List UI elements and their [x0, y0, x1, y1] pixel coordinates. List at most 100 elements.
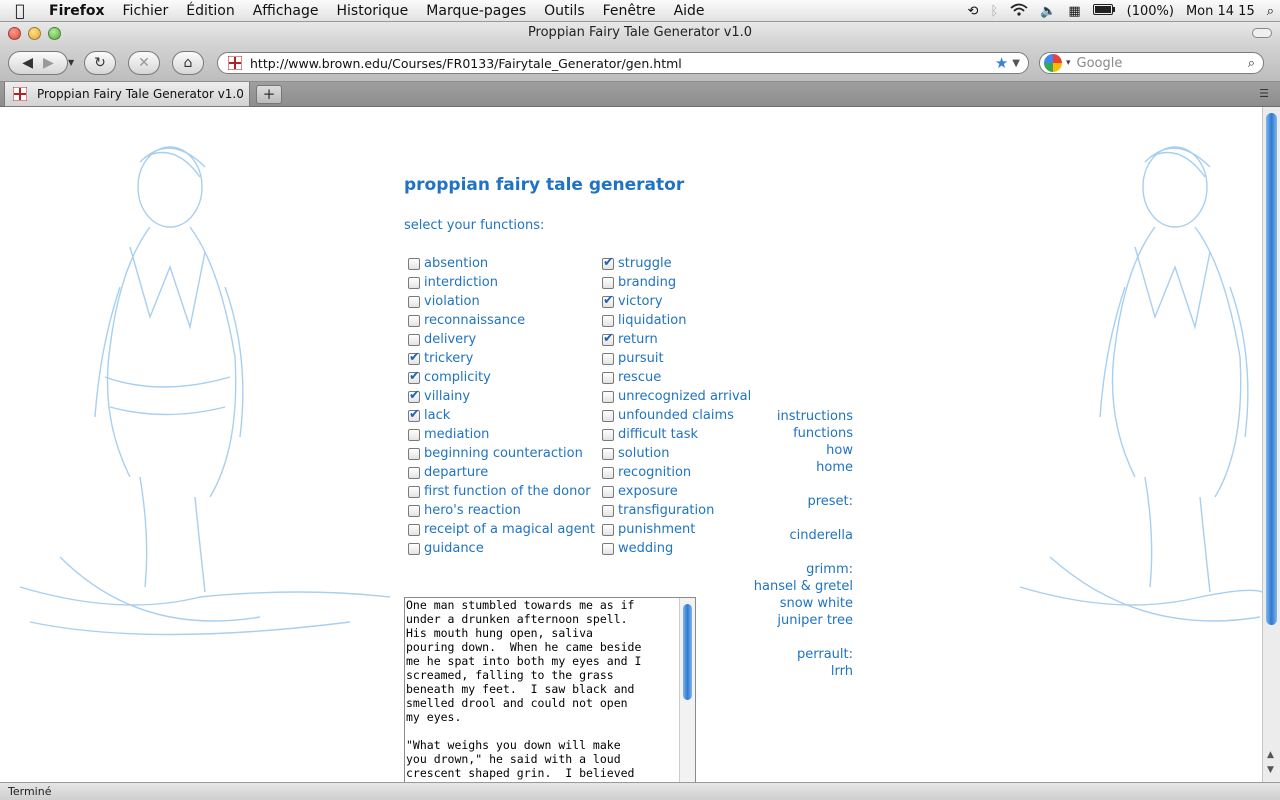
- function-checkbox[interactable]: [602, 447, 614, 460]
- function-option[interactable]: violation: [408, 292, 595, 311]
- search-icon[interactable]: ⌕: [1248, 56, 1255, 71]
- url-bar[interactable]: http://www.brown.edu/Courses/FR0133/Fair…: [217, 52, 1029, 74]
- function-label[interactable]: punishment: [618, 522, 695, 537]
- function-label[interactable]: violation: [424, 294, 480, 309]
- function-label[interactable]: unrecognized arrival: [618, 389, 751, 404]
- function-label[interactable]: first function of the donor: [424, 484, 591, 499]
- function-checkbox[interactable]: [408, 504, 420, 517]
- wifi-icon[interactable]: [1010, 3, 1028, 20]
- url-dropdown-icon[interactable]: ▼: [1012, 58, 1020, 69]
- search-engine-dropdown-icon[interactable]: ▾: [1066, 58, 1071, 68]
- menu-affichage[interactable]: Affichage: [244, 0, 328, 22]
- function-label[interactable]: lack: [424, 408, 450, 423]
- function-checkbox[interactable]: [408, 314, 420, 327]
- search-box[interactable]: ▾ Google ⌕: [1039, 52, 1264, 74]
- function-option[interactable]: branding: [602, 273, 751, 292]
- function-option[interactable]: victory: [602, 292, 751, 311]
- function-label[interactable]: mediation: [424, 427, 489, 442]
- time-machine-icon[interactable]: ⟲: [967, 4, 978, 19]
- history-dropdown-icon[interactable]: ▼: [68, 58, 74, 67]
- function-option[interactable]: absention: [408, 254, 595, 273]
- function-checkbox[interactable]: [602, 276, 614, 289]
- function-label[interactable]: difficult task: [618, 427, 698, 442]
- function-option[interactable]: liquidation: [602, 311, 751, 330]
- function-checkbox[interactable]: [408, 428, 420, 441]
- function-label[interactable]: trickery: [424, 351, 473, 366]
- menu-aide[interactable]: Aide: [665, 0, 714, 22]
- link-snow-white[interactable]: snow white: [700, 595, 853, 612]
- zoom-window-button[interactable]: [48, 27, 61, 40]
- battery-icon[interactable]: [1092, 3, 1115, 19]
- minimize-window-button[interactable]: [28, 27, 41, 40]
- function-option[interactable]: villainy: [408, 387, 595, 406]
- function-checkbox[interactable]: [408, 295, 420, 308]
- close-window-button[interactable]: [8, 27, 21, 40]
- link-functions[interactable]: functions: [700, 425, 853, 442]
- function-option[interactable]: interdiction: [408, 273, 595, 292]
- function-label[interactable]: departure: [424, 465, 488, 480]
- function-checkbox[interactable]: [602, 371, 614, 384]
- function-option[interactable]: reconnaissance: [408, 311, 595, 330]
- new-tab-button[interactable]: +: [256, 85, 282, 104]
- link-cinderella[interactable]: cinderella: [700, 527, 854, 544]
- function-option[interactable]: beginning counteraction: [408, 444, 595, 463]
- function-checkbox[interactable]: [602, 314, 614, 327]
- function-label[interactable]: reconnaissance: [424, 313, 525, 328]
- function-option[interactable]: first function of the donor: [408, 482, 595, 501]
- page-scrollbar[interactable]: ▲ ▼: [1262, 107, 1280, 782]
- function-checkbox[interactable]: [602, 390, 614, 403]
- function-checkbox[interactable]: [408, 276, 420, 289]
- function-label[interactable]: complicity: [424, 370, 491, 385]
- function-label[interactable]: delivery: [424, 332, 476, 347]
- function-checkbox[interactable]: [602, 331, 614, 346]
- function-option[interactable]: complicity: [408, 368, 595, 387]
- function-checkbox[interactable]: [408, 542, 420, 555]
- bookmark-star-icon[interactable]: ★: [995, 54, 1008, 72]
- function-label[interactable]: victory: [618, 294, 663, 309]
- function-option[interactable]: rescue: [602, 368, 751, 387]
- story-scrollbar[interactable]: [679, 598, 695, 782]
- function-checkbox[interactable]: [408, 388, 420, 403]
- tab-proppian[interactable]: Proppian Fairy Tale Generator v1.0: [4, 82, 250, 107]
- google-icon[interactable]: [1044, 54, 1062, 72]
- function-option[interactable]: trickery: [408, 349, 595, 368]
- menu-fenetre[interactable]: Fenêtre: [594, 0, 665, 22]
- function-checkbox[interactable]: [408, 257, 420, 270]
- function-checkbox[interactable]: [602, 352, 614, 365]
- function-checkbox[interactable]: [408, 407, 420, 422]
- function-option[interactable]: hero's reaction: [408, 501, 595, 520]
- menu-outils[interactable]: Outils: [535, 0, 593, 22]
- function-label[interactable]: solution: [618, 446, 669, 461]
- function-checkbox[interactable]: [602, 293, 614, 308]
- page-scroll-thumb[interactable]: [1266, 113, 1277, 625]
- function-option[interactable]: guidance: [408, 539, 595, 558]
- scroll-up-icon[interactable]: ▲: [1267, 750, 1274, 760]
- link-juniper-tree[interactable]: juniper tree: [700, 612, 853, 629]
- function-checkbox[interactable]: [408, 350, 420, 365]
- link-instructions[interactable]: instructions: [700, 408, 853, 425]
- link-lrrh[interactable]: lrrh: [700, 663, 853, 680]
- stop-button[interactable]: ✕: [128, 51, 160, 75]
- function-checkbox[interactable]: [602, 409, 614, 422]
- menu-firefox[interactable]: Firefox: [40, 0, 114, 22]
- function-label[interactable]: exposure: [618, 484, 678, 499]
- function-label[interactable]: pursuit: [618, 351, 664, 366]
- story-text[interactable]: One man stumbled towards me as if under …: [406, 598, 678, 780]
- function-label[interactable]: interdiction: [424, 275, 498, 290]
- function-option[interactable]: struggle: [602, 254, 751, 273]
- toolbar-toggle-button[interactable]: [1252, 28, 1272, 38]
- function-option[interactable]: receipt of a magical agent: [408, 520, 595, 539]
- spotlight-icon[interactable]: ⌕: [1267, 4, 1274, 19]
- function-checkbox[interactable]: [408, 447, 420, 460]
- function-checkbox[interactable]: [408, 333, 420, 346]
- function-label[interactable]: hero's reaction: [424, 503, 521, 518]
- function-checkbox[interactable]: [602, 542, 614, 555]
- tab-list-icon[interactable]: ☰: [1256, 87, 1272, 101]
- function-option[interactable]: pursuit: [602, 349, 751, 368]
- function-label[interactable]: rescue: [618, 370, 661, 385]
- function-checkbox[interactable]: [602, 428, 614, 441]
- function-checkbox[interactable]: [602, 523, 614, 536]
- search-placeholder[interactable]: Google: [1077, 56, 1248, 71]
- forward-icon[interactable]: ▶: [43, 55, 54, 71]
- function-checkbox[interactable]: [602, 255, 614, 270]
